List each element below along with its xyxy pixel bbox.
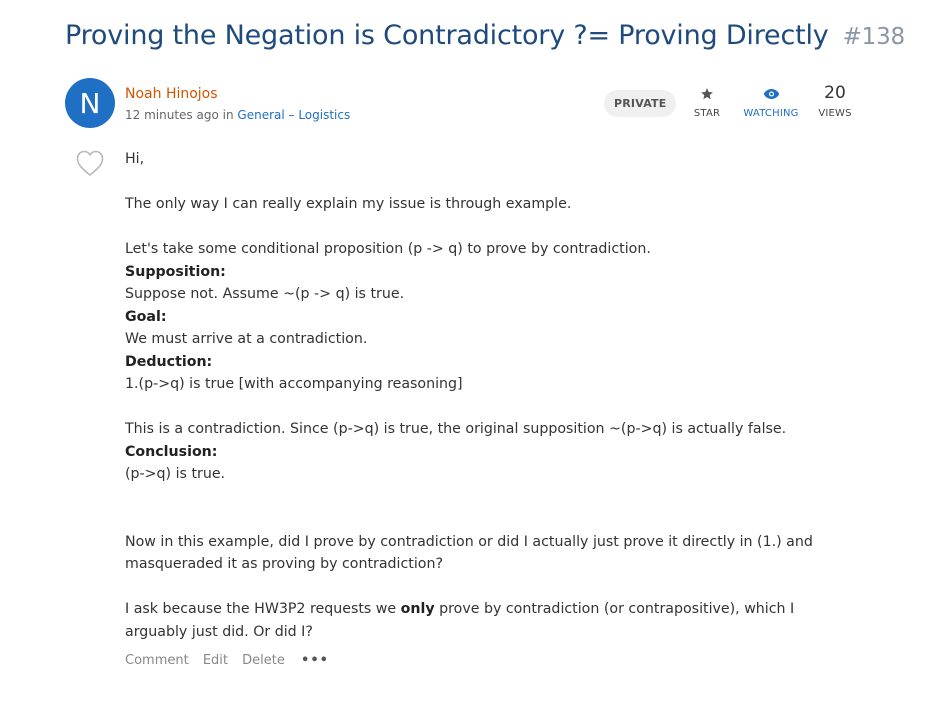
deduction-label: Deduction: — [125, 353, 213, 370]
post-title: Proving the Negation is Contradictory ?=… — [65, 20, 905, 51]
views-label: VIEWS — [818, 108, 852, 119]
heart-icon[interactable] — [74, 148, 106, 182]
in-word: in — [222, 108, 234, 122]
comment-button[interactable]: Comment — [125, 653, 189, 668]
post-number: #138 — [842, 24, 906, 50]
post-actions: Comment Edit Delete ••• — [125, 653, 339, 668]
views-count: 20 — [824, 83, 846, 103]
deduction-text: 1.(p->q) is true [with accompanying reas… — [125, 376, 463, 392]
eye-icon — [740, 84, 802, 104]
avatar-letter: N — [79, 86, 101, 120]
goal-label: Goal: — [125, 308, 167, 325]
category-link[interactable]: General – Logistics — [237, 108, 350, 122]
goal-text: We must arrive at a contradiction. — [125, 331, 368, 347]
watch-button[interactable]: WATCHING — [740, 84, 802, 119]
star-icon — [687, 84, 727, 104]
contradiction-text: This is a contradiction. Since (p->q) is… — [125, 421, 787, 437]
author-name[interactable]: Noah Hinojos — [125, 86, 218, 102]
supposition-text: Suppose not. Assume ~(p -> q) is true. — [125, 286, 405, 302]
conclusion-label: Conclusion: — [125, 443, 218, 460]
post-time: 12 minutes ago — [125, 108, 219, 122]
proposition-line: Let's take some conditional proposition … — [125, 241, 651, 257]
question-paragraph: Now in this example, did I prove by cont… — [125, 533, 813, 573]
post-body: Hi, The only way I can really explain my… — [125, 148, 850, 643]
watching-label: WATCHING — [743, 108, 799, 119]
avatar[interactable]: N — [65, 78, 115, 128]
star-label: STAR — [693, 108, 721, 119]
ask-paragraph: I ask because the HW3P2 requests we only… — [125, 598, 850, 643]
edit-button[interactable]: Edit — [203, 653, 228, 668]
ask-text-before: I ask because the HW3P2 requests we — [125, 601, 401, 617]
conclusion-text: (p->q) is true. — [125, 466, 226, 482]
views-stat: 20 VIEWS — [814, 84, 856, 119]
intro-line: The only way I can really explain my iss… — [125, 196, 572, 212]
more-options-icon[interactable]: ••• — [301, 653, 329, 668]
supposition-label: Supposition: — [125, 263, 226, 280]
star-button[interactable]: STAR — [687, 84, 727, 119]
ask-text-bold: only — [400, 601, 435, 617]
post-title-text: Proving the Negation is Contradictory ?=… — [65, 20, 829, 51]
post-meta: 12 minutes ago in General – Logistics — [125, 108, 350, 122]
greeting: Hi, — [125, 151, 145, 167]
delete-button[interactable]: Delete — [242, 653, 285, 668]
private-badge: PRIVATE — [604, 90, 677, 117]
